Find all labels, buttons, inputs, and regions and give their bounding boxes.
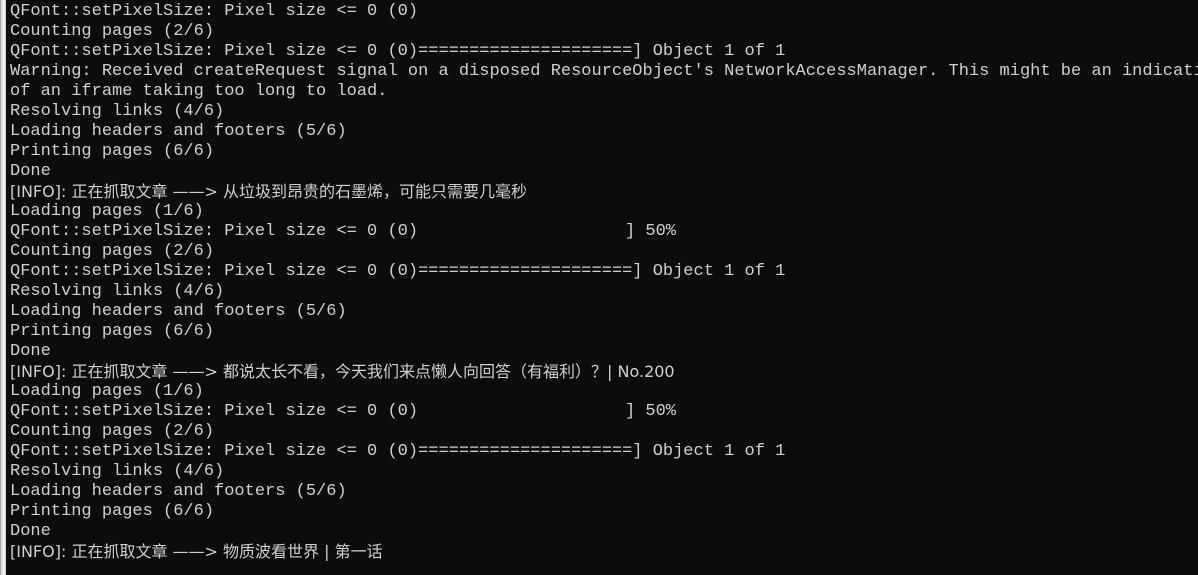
console-line: Resolving links (4/6) xyxy=(10,102,225,121)
console-line: Printing pages (6/6) xyxy=(10,142,215,161)
console-line: QFont::setPixelSize: Pixel size <= 0 (0) xyxy=(10,2,419,21)
console-line: Counting pages (2/6) xyxy=(10,242,215,261)
console-line: Done xyxy=(10,342,51,361)
console-line: Warning: Received createRequest signal o… xyxy=(10,62,1198,81)
progress-percent-label: ] 50% xyxy=(625,222,677,241)
console-output[interactable]: QFont::setPixelSize: Pixel size <= 0 (0)… xyxy=(10,0,1198,562)
console-line: QFont::setPixelSize: Pixel size <= 0 (0)… xyxy=(10,442,786,461)
console-line: Done xyxy=(10,522,51,541)
console-line: QFont::setPixelSize: Pixel size <= 0 (0) xyxy=(10,222,419,241)
console-line: [INFO]: 正在抓取文章 ——> 物质波看世界 | 第一话 xyxy=(10,542,383,561)
console-line: Printing pages (6/6) xyxy=(10,502,215,521)
console-line: of an iframe taking too long to load. xyxy=(10,82,388,101)
console-line: QFont::setPixelSize: Pixel size <= 0 (0) xyxy=(10,402,419,421)
console-line: QFont::setPixelSize: Pixel size <= 0 (0)… xyxy=(10,262,786,281)
console-line: Loading headers and footers (5/6) xyxy=(10,482,347,501)
console-line: QFont::setPixelSize: Pixel size <= 0 (0)… xyxy=(10,42,786,61)
console-line: Loading pages (1/6) xyxy=(10,382,204,401)
console-line: [INFO]: 正在抓取文章 ——> 从垃圾到昂贵的石墨烯，可能只需要几毫秒 xyxy=(10,182,528,201)
console-line: Printing pages (6/6) xyxy=(10,322,215,341)
window-left-edge-scrollbar[interactable] xyxy=(0,0,6,575)
console-line: Loading headers and footers (5/6) xyxy=(10,302,347,321)
console-line: Done xyxy=(10,162,51,181)
console-line: Counting pages (2/6) xyxy=(10,22,215,41)
console-line: Resolving links (4/6) xyxy=(10,282,225,301)
console-line: Counting pages (2/6) xyxy=(10,422,215,441)
console-line: Resolving links (4/6) xyxy=(10,462,225,481)
progress-percent-label: ] 50% xyxy=(625,0,676,2)
console-line: Loading headers and footers (5/6) xyxy=(10,122,347,141)
console-line: [INFO]: 正在抓取文章 ——> 都说太长不看，今天我们来点懒人向回答（有福… xyxy=(10,362,675,381)
terminal-window[interactable]: QFont::setPixelSize: Pixel size <= 0 (0)… xyxy=(0,0,1198,575)
console-line: Loading pages (1/6) xyxy=(10,202,204,221)
progress-percent-label: ] 50% xyxy=(625,402,677,421)
